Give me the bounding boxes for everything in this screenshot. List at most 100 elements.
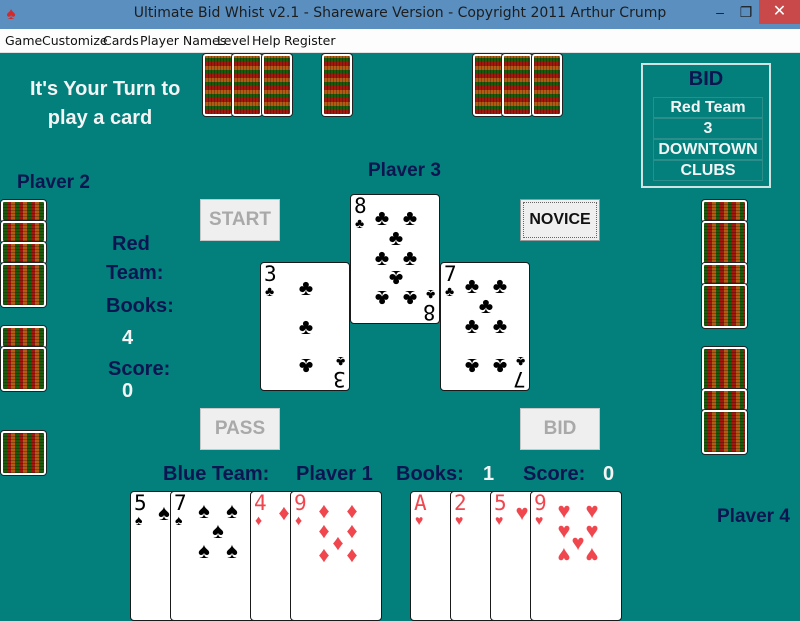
red-team-score: 0 — [122, 380, 134, 402]
card-back — [702, 284, 747, 328]
player1-name: Plaver 1 — [296, 463, 373, 485]
spade-icon: ♠ — [226, 538, 238, 563]
card-back — [702, 263, 747, 285]
card-rank: 2 — [454, 491, 467, 515]
card-back — [1, 326, 46, 348]
red-team-label-1: Red — [112, 233, 150, 255]
card-rank: 5 — [134, 491, 147, 515]
diamond-icon: ♦ — [346, 542, 358, 567]
card-back — [232, 54, 262, 116]
card-back — [1, 221, 46, 243]
bid-trump: CLUBS — [653, 160, 763, 181]
heart-icon: ♥ — [585, 543, 599, 568]
menu-player-names[interactable]: Player Names — [140, 33, 226, 48]
card-rank: 8 — [354, 194, 367, 218]
card-back — [322, 54, 352, 116]
card-back — [1, 431, 46, 475]
bid-button[interactable]: BID — [520, 408, 600, 450]
card-rank: 7 — [174, 491, 187, 515]
card-rank: 5 — [494, 491, 507, 515]
red-team-books-label: Books: — [106, 295, 174, 317]
card-back — [532, 54, 562, 116]
blue-team-books: 1 — [483, 463, 495, 485]
club-icon: ♣ — [492, 313, 508, 338]
played-card-player4: 7 ♣ ♣ ♣ ♣ ♣ ♣ ♣ ♣ ♣ 7 — [440, 262, 530, 391]
card-rank: 9 — [534, 491, 547, 515]
club-icon: ♣ — [374, 286, 390, 311]
club-icon: ♣ — [402, 286, 418, 311]
card-back — [473, 54, 503, 116]
club-icon: ♣ — [464, 313, 480, 338]
diamond-icon: ♦ — [318, 542, 330, 567]
heart-icon: ♥ — [535, 512, 544, 528]
player4-name: Plaver 4 — [717, 506, 790, 527]
card-rank: A — [414, 491, 427, 515]
menu-level[interactable]: Level — [217, 33, 250, 48]
menu-help[interactable]: Help — [252, 33, 281, 48]
pass-button[interactable]: PASS — [200, 408, 280, 450]
spade-icon: ♠ — [198, 538, 210, 563]
turn-message: It's Your Turn to play a card — [30, 75, 181, 133]
hand-card[interactable]: 9 ♦ ♦ ♦ ♦ ♦ ♦ ♦ ♦ — [290, 491, 382, 621]
novice-button[interactable]: NOVICE — [520, 199, 600, 241]
card-back — [1, 347, 46, 391]
blue-team-books-label: Books: — [396, 463, 464, 485]
window-title: Ultimate Bid Whist v2.1 - Shareware Vers… — [133, 5, 667, 21]
card-rank: 9 — [294, 491, 307, 515]
spade-icon: ♠ — [226, 498, 238, 523]
red-team-books: 4 — [122, 327, 134, 349]
club-icon: ♣ — [298, 314, 314, 339]
club-icon: ♣ — [265, 283, 275, 299]
maximize-button[interactable]: ❐ — [730, 0, 762, 24]
menu-cards[interactable]: Cards — [103, 33, 139, 48]
heart-icon: ♥ — [557, 543, 571, 568]
card-back — [702, 389, 747, 411]
card-back — [203, 54, 233, 116]
card-back — [702, 200, 747, 222]
bid-team: Red Team — [653, 97, 763, 118]
turn-message-line2: play a card — [47, 107, 153, 129]
blue-team-label: Blue Team: — [163, 463, 270, 485]
diamond-icon: ♦ — [295, 512, 303, 528]
red-team-label-2: Team: — [106, 262, 164, 284]
start-button[interactable]: START — [200, 199, 280, 241]
card-rank: 7 — [444, 262, 457, 286]
title-bar: ♠ Ultimate Bid Whist v2.1 - Shareware Ve… — [0, 0, 800, 29]
card-back — [1, 242, 46, 264]
player3-name: Plaver 3 — [368, 160, 441, 181]
bid-direction: DOWNTOWN — [653, 139, 763, 160]
heart-icon: ♥ — [495, 512, 504, 528]
turn-message-line1: It's Your Turn to — [30, 78, 181, 100]
played-card-player2: 3 ♣ ♣ ♣ ♣ ♣ 3 — [260, 262, 350, 391]
bid-title: BID — [688, 68, 724, 90]
card-back — [502, 54, 532, 116]
bid-amount: 3 — [653, 118, 763, 139]
club-icon: ♣ — [445, 283, 455, 299]
spade-icon: ♠ — [135, 512, 143, 528]
blue-team-score: 0 — [603, 463, 615, 485]
menu-register[interactable]: Register — [284, 33, 335, 48]
card-rank: 8 — [423, 300, 436, 324]
club-icon: ♣ — [298, 354, 314, 379]
club-icon: ♣ — [464, 354, 480, 379]
card-back — [702, 410, 747, 454]
card-back — [1, 200, 46, 222]
card-back — [702, 221, 747, 265]
card-rank: 3 — [333, 367, 346, 391]
close-button[interactable]: ✕ — [759, 0, 800, 24]
card-rank: 4 — [254, 491, 267, 515]
menu-customize[interactable]: Customize — [42, 33, 108, 48]
player2-name: Plaver 2 — [17, 172, 90, 193]
card-back — [262, 54, 292, 116]
menu-bar: Game Customize Cards Player Names Level … — [0, 29, 800, 53]
menu-game[interactable]: Game — [5, 33, 42, 48]
card-rank: 7 — [513, 367, 526, 391]
played-card-player3: 8 ♣ ♣ ♣ ♣ ♣ ♣ ♣ ♣ ♣ ♣ 8 — [350, 194, 440, 324]
club-icon: ♣ — [355, 215, 365, 231]
hand-card[interactable]: 9 ♥ ♥ ♥ ♥ ♥ ♥ ♥ ♥ — [530, 491, 622, 621]
heart-icon: ♥ — [415, 512, 424, 528]
club-icon: ♣ — [492, 354, 508, 379]
club-icon: ♣ — [298, 275, 314, 300]
card-back — [1, 263, 46, 307]
diamond-icon: ♦ — [255, 512, 263, 528]
